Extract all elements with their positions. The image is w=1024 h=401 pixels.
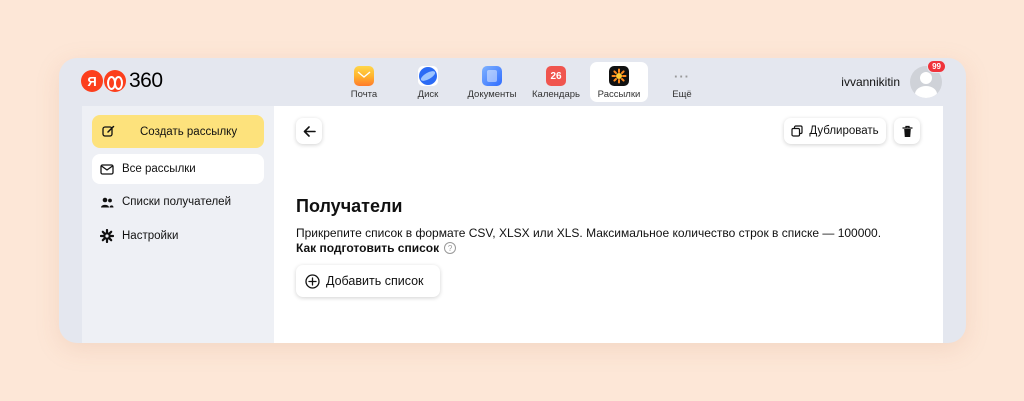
app-label: Календарь (532, 89, 580, 100)
how-to-prepare-list-link[interactable]: Как подготовить список ? (296, 241, 457, 255)
add-list-button[interactable]: Добавить список (296, 265, 440, 297)
sidebar-item-label: Настройки (122, 230, 179, 242)
sidebar: Создать рассылку Все рассылки Списки пол… (82, 106, 274, 343)
main-content: Дублировать Получатели Прикрепите список… (274, 106, 943, 343)
logo-text: 360 (129, 69, 163, 92)
mailings-icon (609, 66, 629, 86)
mail-icon (354, 66, 374, 86)
username: ivvannikitin (841, 75, 900, 89)
edit-icon (102, 125, 115, 137)
app-label: Диск (417, 89, 439, 100)
copy-icon (791, 125, 803, 137)
logo-360-mark (104, 70, 126, 92)
app-label: Ещё (672, 89, 692, 100)
app-label: Документы (467, 89, 517, 100)
app-disk[interactable]: Диск (398, 62, 458, 102)
page-description: Прикрепите список в формате CSV, XLSX ил… (296, 226, 882, 240)
app-mailings[interactable]: Рассылки (590, 62, 648, 102)
sidebar-item-recipient-lists[interactable]: Списки получателей (92, 187, 264, 217)
avatar-wrap[interactable]: 99 (910, 60, 946, 98)
arrow-left-icon (303, 125, 316, 137)
duplicate-label: Дублировать (809, 125, 879, 137)
sidebar-item-all-mailings[interactable]: Все рассылки (92, 154, 264, 184)
duplicate-button[interactable]: Дублировать (784, 118, 886, 144)
delete-button[interactable] (894, 118, 920, 144)
yandex-360-logo[interactable]: Я 360 (81, 69, 163, 93)
back-button[interactable] (296, 118, 322, 144)
plus-circle-icon (305, 273, 320, 289)
app-documents[interactable]: Документы (462, 62, 522, 102)
documents-icon (482, 66, 502, 86)
app-switcher: Почта Диск Документы 26 Календарь Рассыл… (334, 62, 716, 102)
create-mailing-button[interactable]: Создать рассылку (92, 115, 264, 148)
envelope-icon (100, 164, 114, 175)
calendar-icon: 26 (546, 66, 566, 86)
app-calendar[interactable]: 26 Календарь (526, 62, 586, 102)
sidebar-item-label: Все рассылки (122, 163, 196, 175)
disk-icon (418, 66, 438, 86)
app-more[interactable]: ··· Ещё (652, 62, 712, 102)
app-label: Рассылки (597, 89, 641, 100)
sidebar-item-settings[interactable]: Настройки (92, 221, 264, 251)
people-icon (101, 197, 114, 208)
add-list-label: Добавить список (326, 274, 424, 288)
more-icon: ··· (674, 68, 690, 84)
sidebar-item-label: Списки получателей (122, 196, 232, 208)
notification-badge: 99 (927, 60, 946, 73)
trash-icon (901, 125, 913, 137)
user-menu[interactable]: ivvannikitin 99 (841, 60, 946, 98)
how-to-label: Как подготовить список (296, 241, 440, 255)
create-mailing-label: Создать рассылку (140, 125, 238, 138)
app-label: Почта (350, 89, 378, 100)
app-mail[interactable]: Почта (334, 62, 394, 102)
page-title: Получатели (296, 196, 403, 216)
gear-icon (100, 229, 114, 243)
logo-ya-mark: Я (81, 70, 103, 92)
app-window: Я 360 Почта Диск Документы 26 Календарь (59, 58, 966, 343)
help-icon[interactable]: ? (444, 242, 457, 254)
